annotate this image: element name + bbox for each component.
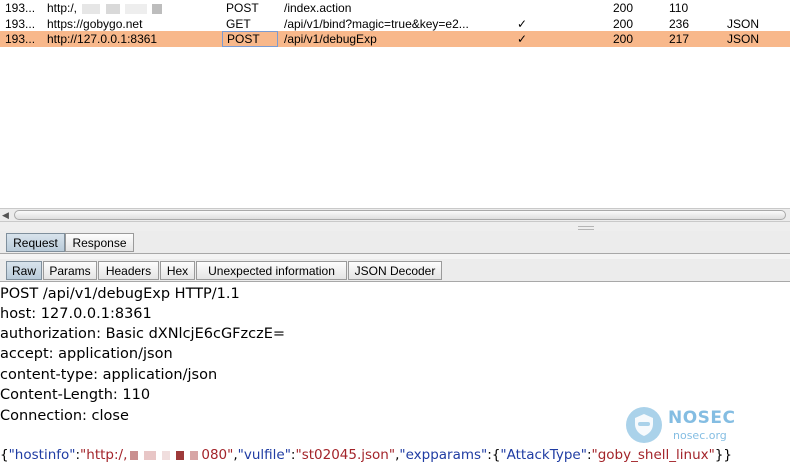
tab-params[interactable]: Params [43, 261, 97, 280]
shield-head-icon [626, 407, 662, 443]
row-url: /index.action [284, 1, 352, 15]
row-method: GET [226, 17, 251, 31]
scrollbar-thumb[interactable] [14, 210, 786, 220]
message-tabbar: Request Response [0, 231, 790, 254]
burp-http-history-window: 193... http:/, POST /index.action 200 11… [0, 0, 790, 473]
redaction-block [125, 3, 148, 14]
row-method: POST [226, 1, 259, 15]
row-length: 110 [669, 1, 689, 15]
nosec-watermark: NOSEC nosec.org [626, 405, 746, 445]
json-value-vulfile: "st02045.json" [295, 447, 396, 463]
row-mime: JSON [727, 17, 760, 31]
header-host: host: 127.0.0.1:8361 [0, 306, 152, 322]
splitter-grip-icon[interactable] [578, 226, 594, 230]
json-key-hostinfo: "hostinfo" [8, 447, 76, 463]
row-edited-check: ✓ [517, 32, 528, 46]
json-value-attacktype: "goby_shell_linux" [591, 447, 715, 463]
json-colon-brace: :{ [487, 447, 501, 463]
row-host: https://gobygo.net [47, 17, 143, 31]
row-status: 200 [613, 17, 634, 31]
row-method: POST [222, 31, 278, 47]
row-host: http:/, [47, 0, 217, 16]
header-content-length: Content-Length: 110 [0, 387, 151, 403]
tab-json-decoder[interactable]: JSON Decoder [348, 261, 442, 280]
history-table: 193... http:/, POST /index.action 200 11… [0, 0, 790, 208]
row-status: 200 [613, 32, 634, 46]
header-content-type: content-type: application/json [0, 367, 218, 383]
table-row[interactable]: 193... http:/, POST /index.action 200 11… [0, 0, 790, 16]
json-brace-close: }} [714, 447, 733, 463]
row-host-text: http:/, [47, 1, 78, 15]
row-length: 236 [669, 17, 690, 31]
row-id: 193... [5, 1, 36, 15]
table-row-selected[interactable]: 193... http://127.0.0.1:8361 POST /api/v… [0, 31, 790, 47]
triangle-left-icon[interactable]: ◀ [2, 210, 12, 220]
row-url: /api/v1/debugExp [284, 32, 377, 46]
tab-raw[interactable]: Raw [6, 261, 42, 280]
json-key-expparams: "expparams" [399, 447, 488, 463]
horizontal-scrollbar[interactable]: ◀ [0, 208, 790, 222]
row-status: 200 [613, 1, 634, 15]
view-tabbar: Raw Params Headers Hex Unexpected inform… [0, 259, 790, 282]
tab-request[interactable]: Request [6, 233, 65, 252]
redaction-block [144, 450, 157, 460]
redaction-block [82, 3, 101, 14]
json-key-vulfile: "vulfile" [237, 447, 291, 463]
redaction-block [152, 3, 163, 14]
header-accept: accept: application/json [0, 346, 173, 362]
json-value-hostinfo-end: 080" [201, 447, 234, 463]
watermark-title: NOSEC [668, 408, 736, 428]
row-url: /api/v1/bind?magic=true&key=e2... [284, 17, 469, 31]
request-body-json: {"hostinfo":"http:/, 080","vulfile":"st02… [0, 445, 732, 465]
tab-unexpected-information[interactable]: Unexpected information [196, 261, 347, 280]
tab-headers[interactable]: Headers [98, 261, 159, 280]
row-id: 193... [5, 32, 36, 46]
row-mime: JSON [727, 32, 760, 46]
table-row[interactable]: 193... https://gobygo.net GET /api/v1/bi… [0, 16, 790, 32]
request-line: POST /api/v1/debugExp HTTP/1.1 [0, 286, 240, 302]
row-edited-check: ✓ [517, 17, 528, 31]
watermark-subtitle: nosec.org [673, 429, 727, 442]
redaction-block [105, 3, 120, 14]
json-key-attacktype: "AttackType" [500, 447, 587, 463]
redaction-block [130, 450, 139, 460]
header-connection: Connection: close [0, 408, 129, 424]
redaction-block [176, 450, 185, 460]
redaction-block [190, 450, 199, 460]
json-value-hostinfo: "http:/, [80, 447, 128, 463]
redaction-block [162, 450, 171, 460]
tab-hex[interactable]: Hex [160, 261, 195, 280]
tab-response[interactable]: Response [65, 233, 134, 252]
row-id: 193... [5, 17, 36, 31]
row-host: http://127.0.0.1:8361 [47, 32, 158, 46]
json-brace: { [0, 447, 9, 463]
header-authorization: authorization: Basic dXNlcjE6cGFzczE= [0, 326, 286, 342]
pane-splitter[interactable] [0, 222, 790, 231]
row-length: 217 [669, 32, 690, 46]
